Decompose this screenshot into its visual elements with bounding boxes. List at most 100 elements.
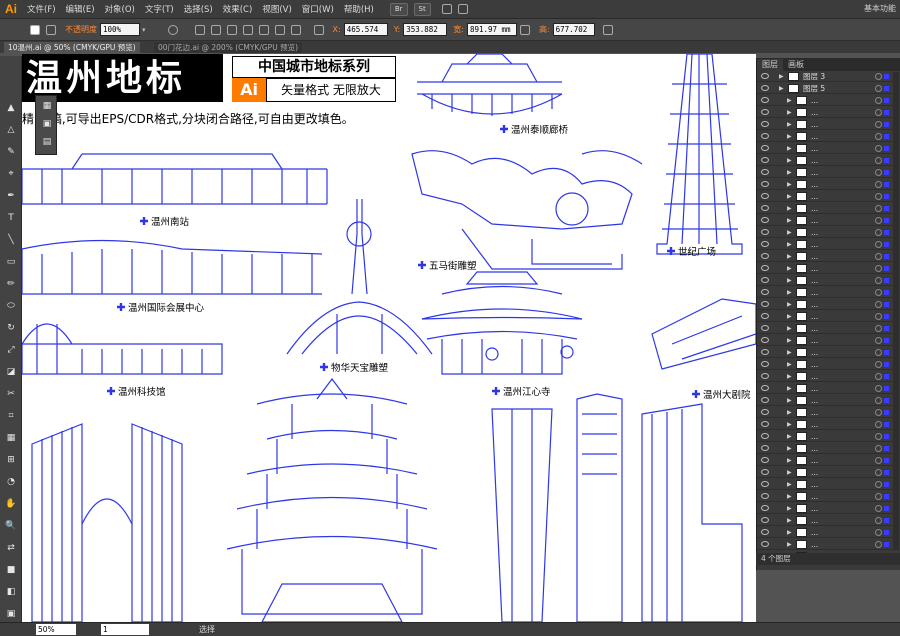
tool-icon[interactable]: 🔍 bbox=[4, 520, 18, 532]
target-circle-icon[interactable] bbox=[875, 300, 882, 308]
menu-item[interactable]: 文件(F) bbox=[22, 3, 61, 15]
expand-triangle-icon[interactable]: ▶ bbox=[787, 505, 793, 512]
visibility-eye-icon[interactable] bbox=[761, 313, 769, 319]
target-circle-icon[interactable] bbox=[875, 204, 882, 212]
layer-row[interactable]: ▶... bbox=[757, 491, 895, 502]
target-circle-icon[interactable] bbox=[875, 444, 882, 452]
target-circle-icon[interactable] bbox=[875, 432, 882, 440]
expand-triangle-icon[interactable]: ▶ bbox=[787, 217, 793, 224]
tool-icon[interactable]: T bbox=[4, 212, 18, 224]
layer-row[interactable]: ▶... bbox=[757, 179, 895, 190]
expand-triangle-icon[interactable]: ▶ bbox=[787, 493, 793, 500]
expand-triangle-icon[interactable]: ▶ bbox=[787, 241, 793, 248]
tool-icon[interactable]: ⬭ bbox=[4, 300, 18, 312]
target-circle-icon[interactable] bbox=[875, 228, 882, 236]
menu-app-button[interactable]: Br bbox=[389, 2, 408, 16]
layers-scrollbar[interactable] bbox=[893, 72, 899, 550]
visibility-eye-icon[interactable] bbox=[761, 361, 769, 367]
layer-row[interactable]: ▶... bbox=[757, 227, 895, 238]
workspace-switcher[interactable]: 基本功能 bbox=[864, 3, 896, 14]
layer-row[interactable]: ▶... bbox=[757, 503, 895, 514]
expand-triangle-icon[interactable]: ▶ bbox=[787, 253, 793, 260]
menu-item[interactable]: 选择(S) bbox=[179, 3, 218, 15]
expand-triangle-icon[interactable]: ▶ bbox=[787, 325, 793, 332]
target-circle-icon[interactable] bbox=[875, 192, 882, 200]
layer-row[interactable]: ▶... bbox=[757, 107, 895, 118]
w-input[interactable]: 891.97 mm bbox=[466, 23, 517, 36]
menu-app-button[interactable]: St bbox=[413, 2, 431, 16]
target-circle-icon[interactable] bbox=[875, 396, 882, 404]
align-center-icon[interactable] bbox=[210, 24, 221, 35]
visibility-eye-icon[interactable] bbox=[761, 337, 769, 343]
layer-row[interactable]: ▶... bbox=[757, 419, 895, 430]
tool-icon[interactable]: ◪ bbox=[4, 366, 18, 378]
visibility-eye-icon[interactable] bbox=[761, 457, 769, 463]
selection-square-icon[interactable] bbox=[884, 229, 889, 235]
visibility-eye-icon[interactable] bbox=[761, 145, 769, 151]
selection-square-icon[interactable] bbox=[884, 145, 889, 151]
document-tab[interactable]: 10温州.ai @ 50% (CMYK/GPU 预览) bbox=[4, 42, 140, 53]
tool-icon[interactable]: ╲ bbox=[4, 234, 18, 246]
visibility-eye-icon[interactable] bbox=[761, 289, 769, 295]
expand-triangle-icon[interactable]: ▶ bbox=[787, 301, 793, 308]
expand-triangle-icon[interactable]: ▶ bbox=[787, 529, 793, 536]
layer-row[interactable]: ▶... bbox=[757, 143, 895, 154]
menu-item[interactable]: 编辑(E) bbox=[61, 3, 100, 15]
expand-triangle-icon[interactable]: ▶ bbox=[787, 145, 793, 152]
visibility-eye-icon[interactable] bbox=[761, 421, 769, 427]
opacity-input[interactable]: 100% bbox=[100, 23, 140, 36]
layer-row[interactable]: ▶... bbox=[757, 323, 895, 334]
target-circle-icon[interactable] bbox=[875, 276, 882, 284]
isolate-icon[interactable] bbox=[290, 24, 301, 35]
layer-row[interactable]: ▶... bbox=[757, 167, 895, 178]
layer-row[interactable]: ▶ 图层 3 bbox=[757, 71, 895, 82]
visibility-eye-icon[interactable] bbox=[761, 409, 769, 415]
target-circle-icon[interactable] bbox=[875, 132, 882, 140]
expand-triangle-icon[interactable]: ▶ bbox=[787, 265, 793, 272]
selection-square-icon[interactable] bbox=[884, 457, 889, 463]
tool-icon[interactable]: ⤢ bbox=[4, 344, 18, 356]
selection-square-icon[interactable] bbox=[884, 493, 889, 499]
expand-triangle-icon[interactable]: ▶ bbox=[787, 313, 793, 320]
tool-icon[interactable]: ▣ bbox=[4, 608, 18, 620]
expand-triangle-icon[interactable]: ▶ bbox=[787, 157, 793, 164]
layer-row[interactable]: ▶... bbox=[757, 515, 895, 526]
selection-square-icon[interactable] bbox=[884, 73, 889, 79]
selection-square-icon[interactable] bbox=[884, 133, 889, 139]
selection-square-icon[interactable] bbox=[884, 181, 889, 187]
layers-tab[interactable]: 图层 bbox=[757, 59, 783, 71]
visibility-eye-icon[interactable] bbox=[761, 517, 769, 523]
layer-row[interactable]: ▶... bbox=[757, 263, 895, 274]
tool-icon[interactable]: △ bbox=[4, 124, 18, 136]
target-circle-icon[interactable] bbox=[875, 360, 882, 368]
visibility-eye-icon[interactable] bbox=[761, 229, 769, 235]
target-circle-icon[interactable] bbox=[875, 384, 882, 392]
floating-tool-icon[interactable]: ▦ bbox=[40, 100, 54, 112]
target-circle-icon[interactable] bbox=[875, 336, 882, 344]
visibility-eye-icon[interactable] bbox=[761, 181, 769, 187]
expand-triangle-icon[interactable]: ▶ bbox=[787, 445, 793, 452]
layer-row[interactable]: ▶... bbox=[757, 527, 895, 538]
tool-icon[interactable]: ▲ bbox=[4, 102, 18, 114]
visibility-eye-icon[interactable] bbox=[761, 385, 769, 391]
tool-icon[interactable]: ✎ bbox=[4, 146, 18, 158]
visibility-eye-icon[interactable] bbox=[761, 205, 769, 211]
layer-row[interactable]: ▶... bbox=[757, 131, 895, 142]
selection-square-icon[interactable] bbox=[884, 397, 889, 403]
selection-square-icon[interactable] bbox=[884, 409, 889, 415]
selection-square-icon[interactable] bbox=[884, 217, 889, 223]
layer-row[interactable]: ▶... bbox=[757, 287, 895, 298]
target-circle-icon[interactable] bbox=[875, 252, 882, 260]
expand-triangle-icon[interactable]: ▶ bbox=[787, 457, 793, 464]
visibility-eye-icon[interactable] bbox=[761, 85, 769, 91]
expand-triangle-icon[interactable]: ▶ bbox=[787, 385, 793, 392]
target-circle-icon[interactable] bbox=[875, 468, 882, 476]
selection-square-icon[interactable] bbox=[884, 85, 889, 91]
tool-icon[interactable]: ✏ bbox=[4, 278, 18, 290]
visibility-eye-icon[interactable] bbox=[761, 505, 769, 511]
tool-icon[interactable]: ✂ bbox=[4, 388, 18, 400]
tool-icon[interactable]: ■ bbox=[4, 564, 18, 576]
target-circle-icon[interactable] bbox=[875, 312, 882, 320]
expand-triangle-icon[interactable]: ▶ bbox=[787, 361, 793, 368]
target-circle-icon[interactable] bbox=[875, 492, 882, 500]
